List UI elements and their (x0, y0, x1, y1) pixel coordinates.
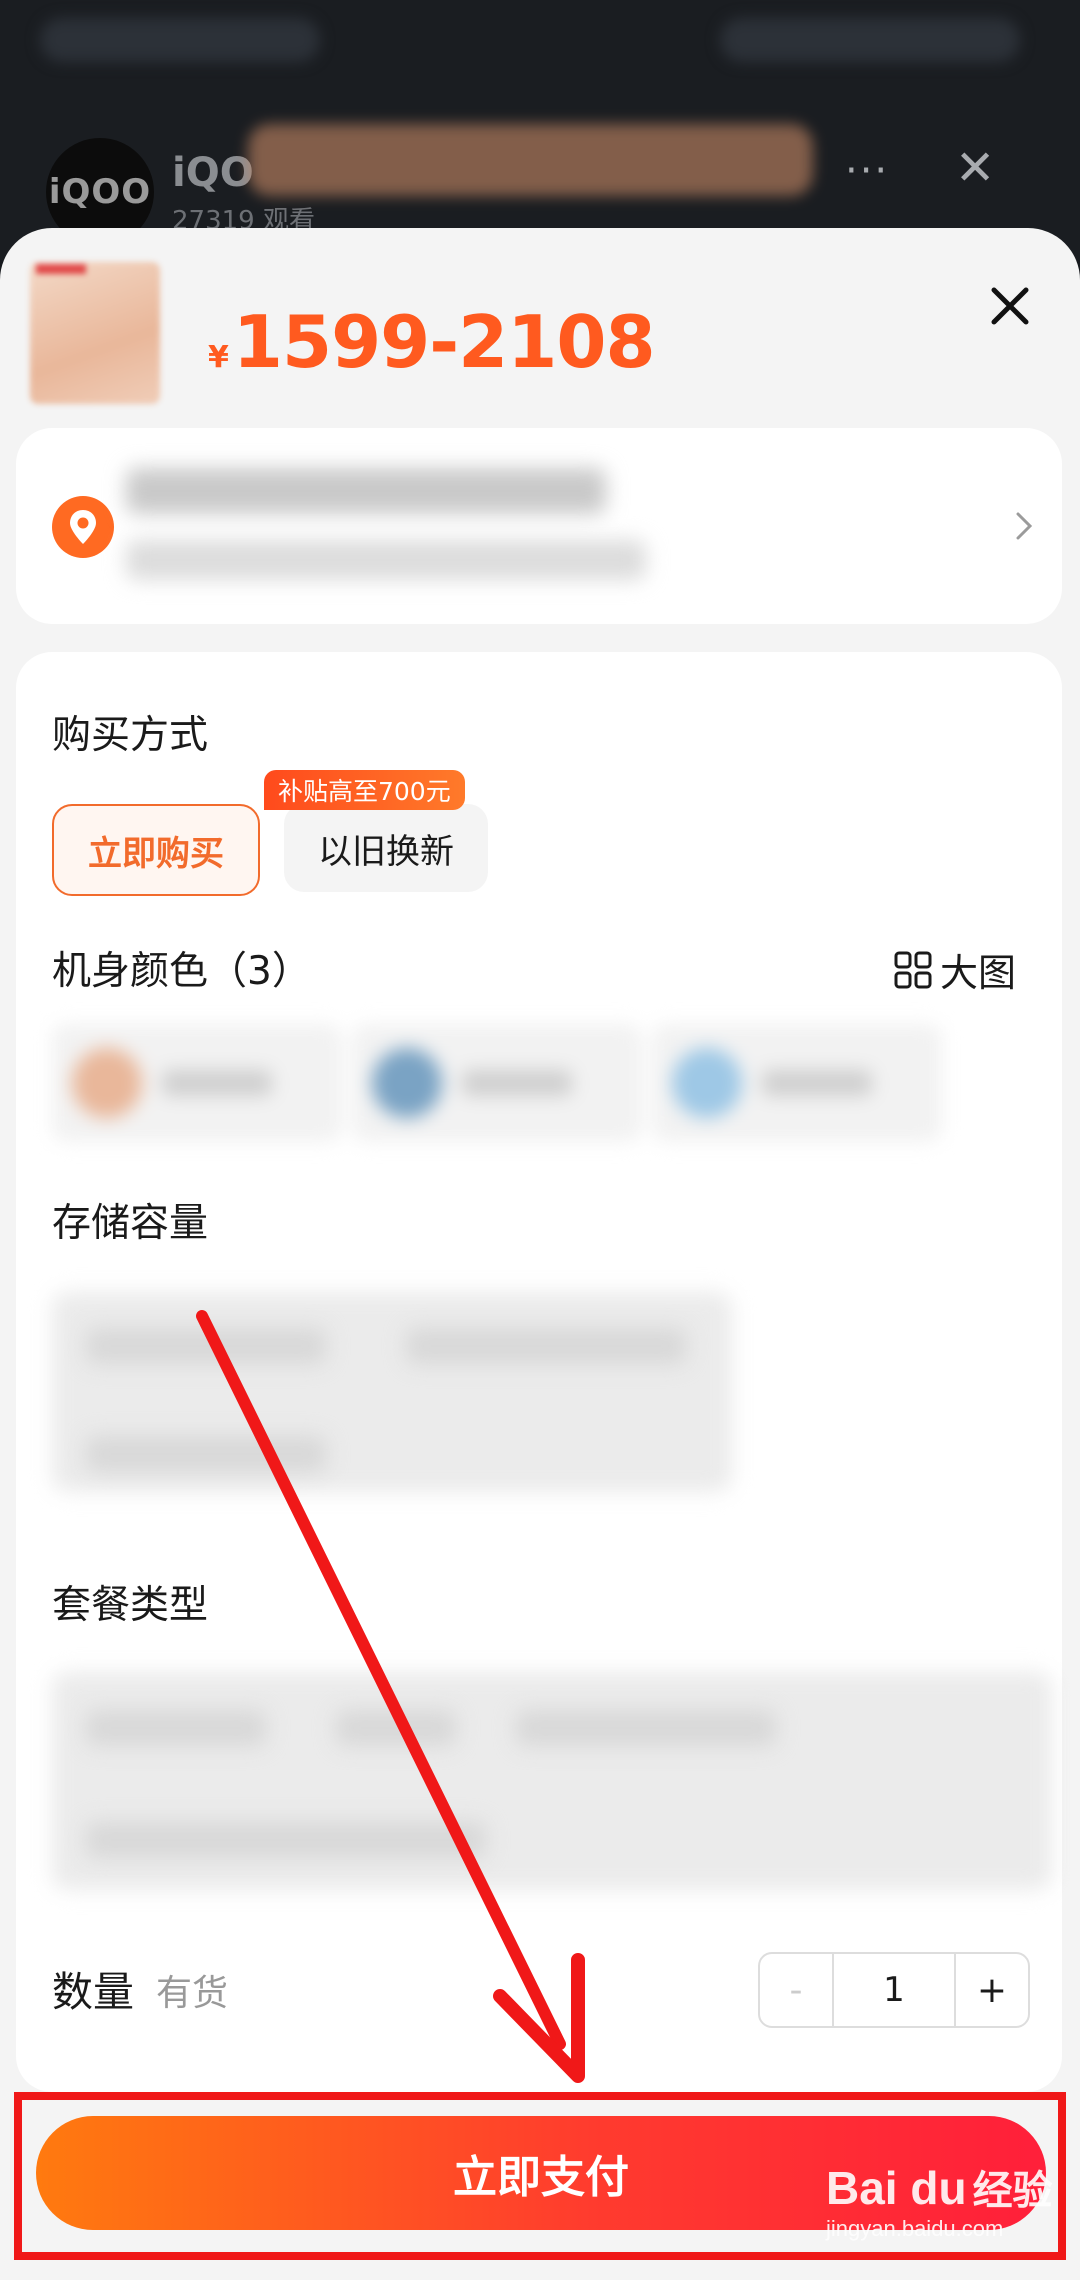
quantity-label: 数量 (52, 1968, 134, 2016)
big-image-button[interactable]: 大图 (894, 942, 1016, 997)
trade-in-option[interactable]: 以旧换新 (284, 804, 488, 892)
address-detail-blurred (126, 540, 646, 580)
package-option[interactable] (86, 1710, 266, 1746)
live-close-icon[interactable]: ✕ (955, 140, 995, 196)
chevron-right-icon (1016, 512, 1033, 540)
price-currency: ¥ (208, 340, 229, 375)
big-image-label: 大图 (940, 951, 1017, 995)
storage-option[interactable] (86, 1328, 326, 1364)
storage-title: 存储容量 (52, 1201, 209, 1246)
color-swatch[interactable] (52, 1024, 342, 1142)
baidu-watermark: Bai du 经验 jingyan.baidu.com (826, 2158, 1056, 2274)
subsidy-badge: 补贴高至700元 (264, 770, 465, 810)
quantity-decrease-button[interactable]: - (760, 1954, 834, 2026)
color-title: 机身颜色（3） (52, 949, 311, 994)
package-option[interactable] (516, 1710, 776, 1746)
color-options-blurred (52, 1024, 952, 1142)
address-card[interactable] (16, 428, 1062, 624)
live-streamer-name: iQO (172, 150, 254, 196)
purchase-method-title: 购买方式 (52, 713, 209, 758)
color-swatch[interactable] (652, 1024, 942, 1142)
options-card: 购买方式 立即购买 以旧换新 补贴高至700元 机身颜色（3） 大图 存储容量 … (16, 652, 1062, 2092)
watermark-cn: 经验 (972, 2168, 1053, 2214)
watermark-logo: Bai du (826, 2162, 967, 2214)
package-option[interactable] (86, 1822, 486, 1858)
color-swatch[interactable] (352, 1024, 642, 1142)
live-avatar-text: iQOO (48, 172, 152, 212)
address-line-blurred (126, 468, 606, 514)
live-top-right-blur (720, 18, 1020, 62)
close-icon[interactable] (984, 280, 1036, 332)
live-more-icon[interactable]: ··· (845, 148, 889, 194)
storage-option[interactable] (406, 1328, 686, 1364)
storage-option[interactable] (86, 1436, 326, 1472)
live-banner-blur (248, 124, 813, 196)
buy-now-option[interactable]: 立即购买 (52, 804, 260, 896)
price-value: 1599-2108 (232, 300, 656, 384)
package-title: 套餐类型 (52, 1583, 209, 1628)
location-pin-icon (52, 496, 114, 558)
package-option[interactable] (336, 1710, 456, 1746)
quantity-increase-button[interactable]: + (956, 1954, 1028, 2026)
quantity-value[interactable]: 1 (834, 1954, 956, 2026)
product-thumbnail[interactable] (30, 262, 160, 404)
stock-status: 有货 (156, 1973, 229, 2014)
watermark-url: jingyan.baidu.com (826, 2216, 1004, 2241)
grid-icon (894, 951, 932, 988)
quantity-stepper: - 1 + (758, 1952, 1030, 2028)
product-price: ¥ 1599-2108 (208, 300, 656, 384)
live-top-left-blur (40, 18, 320, 62)
